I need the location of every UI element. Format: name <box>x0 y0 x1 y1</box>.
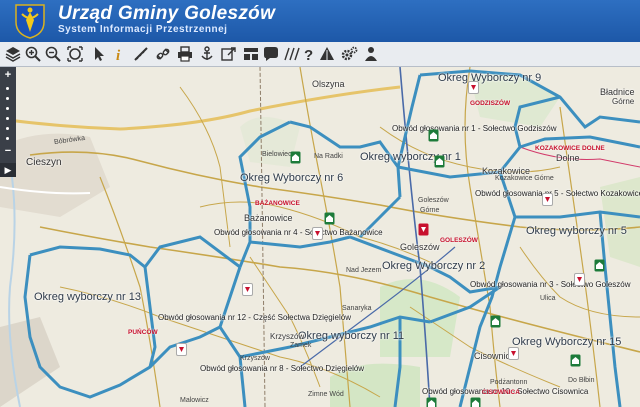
circuit-label-dzieglowiec-part: Obwód głosowania nr 12 - Część Sołectwa … <box>158 313 351 322</box>
district-label-1: Okreg wyborczy nr 1 <box>360 151 461 163</box>
road-label-krzyszow2: Krzyszów <box>240 355 270 362</box>
district-label-13: Okreg wyborczy nr 13 <box>34 291 141 303</box>
map-nav-rail: + − <box>0 67 16 177</box>
measure-icon[interactable] <box>132 45 150 63</box>
school-marker-icon[interactable] <box>428 129 439 142</box>
zoom-level-dot[interactable] <box>6 87 9 90</box>
road-label-sanaryka: Sanaryka <box>342 305 372 312</box>
district-label-9: Okreg Wyborczy nr 9 <box>438 72 542 84</box>
svg-text:?: ? <box>304 47 313 63</box>
road-label-kozakowice-gorne: Kozakowice Górne <box>495 175 554 182</box>
town-label-goleszow: Goleszów <box>400 242 440 252</box>
circuit-label-kozakowice: Obwód głosowania nr 5 - Sołectwo Kozakow… <box>475 189 640 198</box>
polling-station-marker-icon[interactable] <box>312 227 323 240</box>
road-label-bielowiec: Bielowiec <box>262 151 292 158</box>
circuit-label-bazanowice: Obwód głosowania nr 4 - Sołectwo Bażanow… <box>214 228 383 237</box>
district-label-11: Okreg wyborczy nr 11 <box>298 330 405 342</box>
town-hall-marker-icon[interactable] <box>418 223 429 236</box>
settings-icon[interactable] <box>340 45 358 63</box>
red-label-godziszow: GODZISZÓW <box>470 100 511 107</box>
map-zoom-out-button[interactable]: − <box>2 145 14 157</box>
road-label-zamek: Zamek <box>290 342 312 349</box>
coat-of-arms-logo <box>12 2 48 40</box>
school-marker-icon[interactable] <box>570 354 581 367</box>
town-label-cieszyn: Cieszyn <box>26 157 62 168</box>
link-icon[interactable] <box>154 45 172 63</box>
circuit-label-goleszow: Obwód głosowania nr 3 - Sołectwo Goleszó… <box>470 280 631 289</box>
zoom-out-icon[interactable] <box>44 45 62 63</box>
print-icon[interactable] <box>176 45 194 63</box>
road-label-ulica: Ulica <box>540 295 556 302</box>
zoom-level-dot[interactable] <box>6 127 9 130</box>
red-label-cisownica: CISOWNICA <box>482 389 520 396</box>
circuit-label-godziszow: Obwód głosowania nr 1 - Sołectwo Godzisz… <box>392 124 557 133</box>
map-toolbar: i ? <box>0 42 640 67</box>
road-label-zimnowod: Zimne Wód <box>308 391 344 398</box>
road-label-radki: Na Radki <box>314 153 343 160</box>
red-label-punkow: PUŃCÓW <box>128 329 158 336</box>
school-marker-icon[interactable] <box>324 212 335 225</box>
polling-station-marker-icon[interactable] <box>542 193 553 206</box>
town-label-krzyszow: Krzyszów <box>270 332 305 341</box>
map-zoom-in-button[interactable]: + <box>2 69 14 81</box>
map-canvas[interactable]: Okreg Wyborczy nr 9 Okreg Wyborczy nr 6 … <box>0 67 640 407</box>
zoom-level-dot[interactable] <box>6 117 9 120</box>
user-location-icon[interactable] <box>362 45 380 63</box>
polling-station-marker-icon[interactable] <box>176 343 187 356</box>
anchor-icon[interactable] <box>198 45 216 63</box>
road-label-malowicz: Malowicz <box>180 397 209 404</box>
circuit-label-dzieglowiec: Obwód głosowania nr 8 - Sołectwo Dzięgie… <box>200 364 365 373</box>
select-cursor-icon[interactable] <box>90 45 108 63</box>
help-icon[interactable]: ? <box>300 45 318 63</box>
road-label-goleszow2: Goleszów <box>418 197 449 204</box>
school-marker-icon[interactable] <box>290 151 301 164</box>
road-label-gorne2: Górne <box>420 207 440 214</box>
app-title: Urząd Gminy Goleszów <box>58 3 276 24</box>
town-label-gorne: Górne <box>612 97 635 106</box>
hatch-icon[interactable] <box>282 45 300 63</box>
polling-station-marker-icon[interactable] <box>508 347 519 360</box>
town-label-dolne: Dolne <box>556 153 580 163</box>
polling-station-marker-icon[interactable] <box>242 283 253 296</box>
polling-station-marker-icon[interactable] <box>468 81 479 94</box>
red-label-kozakowice: KOZAKOWICE DOLNE <box>535 145 605 152</box>
layout-icon[interactable] <box>242 45 260 63</box>
district-label-2: Okreg Wyborczy nr 2 <box>382 260 486 272</box>
zoom-extent-icon[interactable] <box>66 45 84 63</box>
zoom-level-dot[interactable] <box>6 137 9 140</box>
town-label-olszyna: Olszyna <box>312 79 345 89</box>
export-icon[interactable] <box>220 45 238 63</box>
school-marker-icon[interactable] <box>594 259 605 272</box>
road-label-nadj: Nad Jezem <box>346 267 382 274</box>
town-label-bazanowice: Bażanowice <box>244 213 293 223</box>
school-marker-icon[interactable] <box>426 397 437 407</box>
district-label-15: Okreg Wyborczy nr 15 <box>512 336 622 348</box>
app-subtitle: System Informacji Przestrzennej <box>58 24 228 35</box>
polling-station-marker-icon[interactable] <box>574 273 585 286</box>
expand-panel-button[interactable]: ▶ <box>0 163 16 177</box>
comment-icon[interactable] <box>262 45 280 63</box>
layers-icon[interactable] <box>4 45 22 63</box>
school-marker-icon[interactable] <box>470 397 481 407</box>
school-marker-icon[interactable] <box>490 315 501 328</box>
road-label-podzantonn: Podżantonn <box>490 379 528 386</box>
triangle-icon[interactable] <box>318 45 336 63</box>
zoom-level-dot[interactable] <box>6 107 9 110</box>
svg-text:i: i <box>116 48 121 63</box>
red-label-bazanowice: BAŻANOWICE <box>255 200 300 207</box>
zoom-level-dot[interactable] <box>6 97 9 100</box>
zoom-in-icon[interactable] <box>24 45 42 63</box>
road-label-dobibin: Do Błbin <box>568 377 595 384</box>
red-label-goleszow: GOLESZÓW <box>440 237 478 244</box>
app-header: Urząd Gminy Goleszów System Informacji P… <box>0 0 640 42</box>
town-label-bladnice: Bładnice <box>600 87 635 97</box>
district-label-6: Okreg Wyborczy nr 6 <box>240 172 344 184</box>
info-icon[interactable]: i <box>110 45 128 63</box>
school-marker-icon[interactable] <box>434 155 445 168</box>
district-label-5: Okreg wyborczy nr 5 <box>526 225 627 237</box>
